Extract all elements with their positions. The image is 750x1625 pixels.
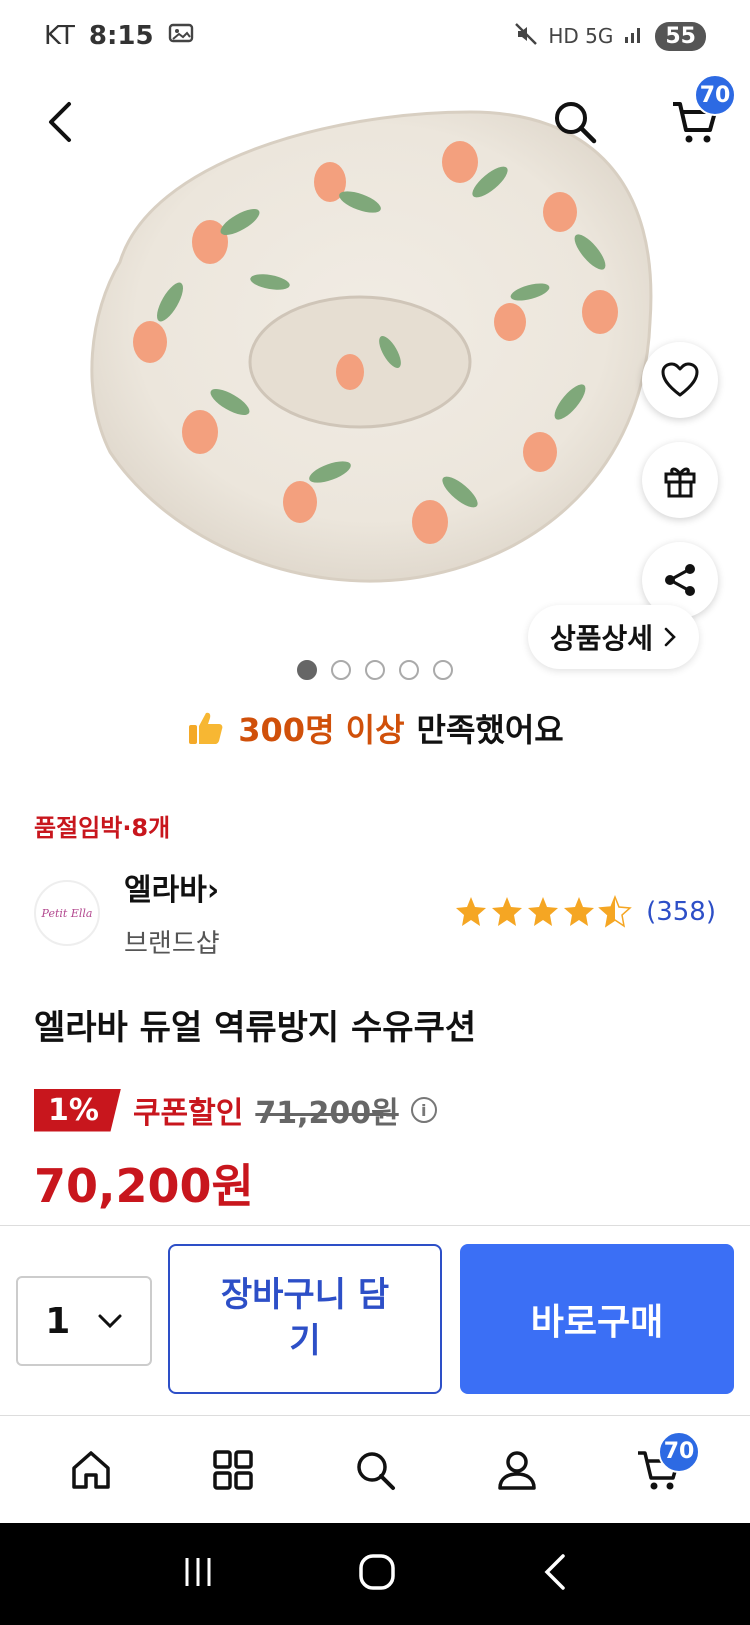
search-icon [357,1451,395,1490]
back-button[interactable] [30,82,90,162]
grid-icon [213,1449,253,1490]
pagination-dot[interactable] [297,660,317,680]
share-icon [665,564,695,596]
tab-my-page[interactable] [482,1435,552,1505]
carrier-label: KT [44,21,75,51]
buy-now-button[interactable]: 바로구매 [460,1244,734,1394]
tab-cart[interactable]: 70 [624,1430,700,1505]
gallery-status-icon [168,21,194,51]
pagination-dot[interactable] [433,660,453,680]
chevron-right-icon [664,627,676,647]
coupon-label: 쿠폰할인 [132,1096,244,1131]
info-icon[interactable]: i [410,1097,437,1123]
pagination-dot[interactable] [331,660,351,680]
status-bar: KT 8:15 HD 5G 55 [0,0,750,72]
cart-count-badge: 70 [694,74,736,116]
cart-count-badge: 70 [658,1430,700,1473]
discount-row: 1% 쿠폰할인 71,200원 i [34,1088,437,1132]
purchase-bar: 1 장바구니 담기 바로구매 [0,1225,750,1415]
home-icon [72,1450,110,1489]
satisfaction-banner: 300명 이상 만족했어요 [0,705,750,751]
review-count: (358) [646,897,716,927]
mute-icon [514,22,538,51]
wishlist-button[interactable] [642,342,718,418]
final-price: 70,200원 [34,1159,254,1213]
user-icon [498,1450,536,1490]
brand-shop-label: 브랜드샵 [124,929,220,959]
brand-name: 엘라바 [124,873,207,908]
search-icon [555,102,597,144]
chevron-left-icon [49,102,71,142]
recent-apps-button[interactable] [181,1555,215,1593]
quantity-select[interactable]: 1 [16,1276,152,1366]
tab-search[interactable] [340,1435,410,1505]
tab-categories[interactable] [198,1435,268,1505]
satisfaction-count: 300명 이상 [238,711,405,749]
thumbs-up-icon [189,712,223,744]
cart-button[interactable]: 70 [660,74,736,162]
home-circle-icon [359,1554,395,1590]
chevron-right-icon: › [206,873,220,908]
product-detail-label: 상품상세 [550,622,654,655]
back-nav-button[interactable] [539,1552,569,1596]
brand-logo-text: Petit Ella [41,906,93,920]
search-button[interactable] [545,82,605,162]
back-icon [544,1554,565,1590]
add-to-cart-button[interactable]: 장바구니 담기 [168,1244,442,1394]
stock-notice: 품절임박·8개 [34,814,171,842]
gift-button[interactable] [642,442,718,518]
network-indicator: HD 5G [548,24,614,48]
battery-indicator: 55 [655,21,706,51]
gift-icon [664,467,696,498]
discount-badge: 1% [34,1088,121,1132]
product-image-gallery[interactable]: 70 상품상세 [0,72,750,682]
android-navigation-bar [0,1523,750,1625]
tab-home[interactable] [56,1435,126,1505]
satisfaction-text: 만족했어요 [416,711,564,749]
star-rating-icon [456,896,631,927]
rating[interactable]: (358) [454,895,716,929]
original-price: 71,200원 [255,1096,399,1131]
pagination-dot[interactable] [365,660,385,680]
product-title: 엘라바 듀얼 역류방지 수유쿠션 [34,1008,477,1048]
brand-logo[interactable]: Petit Ella [34,880,100,946]
gallery-pagination [0,660,750,680]
recent-apps-icon [185,1558,211,1586]
brand-row: Petit Ella 엘라바› 브랜드샵 (358) [34,865,716,965]
quantity-value: 1 [45,1300,71,1342]
bottom-tab-bar: 70 [0,1415,750,1523]
product-image [0,72,750,682]
home-nav-button[interactable] [357,1552,397,1596]
chevron-down-icon [98,1314,122,1329]
clock: 8:15 [88,21,154,51]
heart-icon [661,362,699,397]
signal-icon [623,23,645,50]
brand-link[interactable]: 엘라바› [124,865,219,909]
pagination-dot[interactable] [399,660,419,680]
